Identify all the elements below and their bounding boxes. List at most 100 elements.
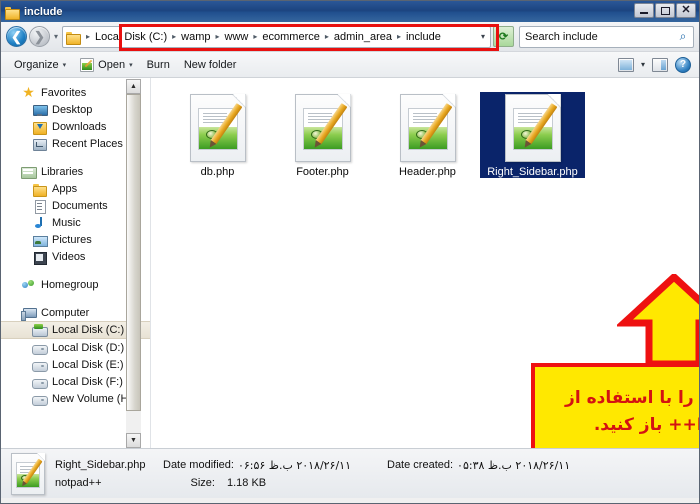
- file-list-pane[interactable]: db.php Footer.php Header.php Right_Sideb…: [151, 78, 699, 448]
- title-bar: include ✕: [1, 1, 699, 22]
- search-input[interactable]: Search include: [525, 31, 675, 43]
- refresh-icon: ⟳: [498, 31, 509, 43]
- breadcrumb-item-0[interactable]: Local Disk (C:): [93, 31, 169, 43]
- date-modified-label: Date modified:: [163, 459, 234, 471]
- libraries-icon: [21, 165, 37, 179]
- breadcrumb-item-4[interactable]: admin_area: [332, 31, 394, 43]
- breadcrumb: Local Disk (C:) ▸ wamp ▸ www ▸ ecommerce…: [93, 31, 481, 43]
- back-button[interactable]: ❮: [6, 26, 27, 47]
- breadcrumb-separator[interactable]: ▸: [322, 32, 332, 41]
- file-item-header-php[interactable]: Header.php: [375, 92, 480, 178]
- details-pane: Right_Sidebar.php Date modified: ۲۰۱۸/۲۶…: [1, 448, 699, 498]
- sidebar-item-label: Downloads: [52, 120, 107, 133]
- folder-icon: [5, 6, 20, 20]
- maximize-icon: [660, 6, 670, 15]
- preview-pane-icon[interactable]: [652, 57, 668, 72]
- explorer-body: ★ Favorites Desktop Downloads Recent Pla…: [1, 78, 699, 448]
- callout-line-1: باید این فایل را با استفاده از: [565, 387, 699, 408]
- close-icon: ✕: [681, 4, 691, 16]
- file-item-right-sidebar-php[interactable]: Right_Sidebar.php: [480, 92, 585, 178]
- address-bar[interactable]: ▸ Local Disk (C:) ▸ wamp ▸ www ▸ ecommer…: [62, 25, 491, 48]
- minimize-button[interactable]: [634, 3, 654, 18]
- size-label: Size:: [190, 476, 215, 489]
- chevron-down-icon: ▾: [62, 61, 67, 69]
- refresh-button[interactable]: ⟳: [493, 26, 514, 47]
- breadcrumb-item-3[interactable]: ecommerce: [260, 31, 321, 43]
- burn-button[interactable]: Burn: [140, 56, 177, 74]
- sidebar-item-label: Desktop: [52, 103, 93, 116]
- new-folder-button[interactable]: New folder: [177, 56, 244, 74]
- drive-icon: [32, 358, 48, 372]
- sidebar-scrollbar[interactable]: ▲ ▼: [126, 79, 141, 448]
- desktop-icon: [32, 103, 48, 117]
- file-item-db-php[interactable]: db.php: [165, 92, 270, 178]
- search-icon[interactable]: ⌕: [675, 29, 691, 45]
- chevron-down-icon: ▾: [129, 61, 133, 69]
- notepadpp-file-icon: [11, 452, 45, 495]
- notepadpp-file-icon: [504, 94, 561, 162]
- minimize-icon: [640, 12, 648, 14]
- breadcrumb-separator[interactable]: ▸: [250, 32, 260, 41]
- scroll-up-button[interactable]: ▲: [126, 79, 141, 94]
- date-modified-value: ۲۰۱۸/۲۶/۱۱ ب.ظ ۰۶:۵۶: [237, 458, 351, 472]
- downloads-icon: [32, 120, 47, 135]
- breadcrumb-item-1[interactable]: wamp: [179, 31, 212, 43]
- up-arrow-annotation: [615, 272, 699, 368]
- file-grid: db.php Footer.php Header.php Right_Sideb…: [151, 78, 699, 178]
- file-name: Right_Sidebar.php: [487, 166, 578, 178]
- explorer-window: include ✕ ❮ ❯ ▾ ▸ Local Disk (C:) ▸ wamp…: [0, 0, 700, 504]
- help-icon[interactable]: ?: [675, 56, 691, 73]
- open-button[interactable]: Open ▾: [73, 55, 139, 75]
- breadcrumb-separator[interactable]: ▸: [169, 32, 179, 41]
- details-file-type: notpad++: [55, 476, 102, 489]
- details-row-size: notpad++ Size: 1.18 KB: [55, 477, 570, 489]
- notepadpp-file-icon: [294, 94, 351, 162]
- date-created-value: ۲۰۱۸/۲۶/۱۱ ب.ظ ۰۵:۳۸: [457, 458, 571, 472]
- change-view-icon[interactable]: [617, 57, 634, 72]
- notepadpp-file-icon: [399, 94, 456, 162]
- drive-icon: [32, 375, 48, 389]
- document-icon: [32, 199, 47, 214]
- scroll-down-button[interactable]: ▼: [126, 433, 141, 448]
- file-name: db.php: [200, 166, 235, 178]
- breadcrumb-separator[interactable]: ▸: [394, 32, 404, 41]
- file-name: Header.php: [399, 166, 456, 178]
- videos-icon: [32, 250, 47, 265]
- breadcrumb-item-2[interactable]: www: [223, 31, 251, 43]
- scrollbar-thumb[interactable]: [126, 94, 141, 411]
- sidebar-item-label: Libraries: [41, 165, 84, 178]
- forward-button[interactable]: ❯: [29, 26, 50, 47]
- recent-locations-button[interactable]: ▾: [52, 32, 60, 41]
- breadcrumb-item-5[interactable]: include: [404, 31, 443, 43]
- window-title: include: [24, 5, 63, 18]
- folder-icon: [32, 182, 47, 197]
- view-controls: ▾ ?: [617, 56, 691, 73]
- sidebar-item-label: Favorites: [41, 86, 87, 99]
- notepadpp-file-icon: [189, 94, 246, 162]
- recent-places-icon: [32, 137, 47, 151]
- sidebar-item-label: Homegroup: [41, 278, 99, 291]
- breadcrumb-separator[interactable]: ▸: [83, 32, 93, 41]
- sidebar-item-label: Computer: [41, 306, 90, 319]
- search-box[interactable]: Search include ⌕: [519, 25, 694, 48]
- chevron-down-icon[interactable]: ▾: [481, 32, 490, 41]
- system-drive-icon: [32, 323, 48, 337]
- notepadpp-icon: [80, 57, 95, 72]
- breadcrumb-separator[interactable]: ▸: [213, 32, 223, 41]
- maximize-button[interactable]: [655, 3, 675, 18]
- sidebar-item-label: Pictures: [52, 233, 92, 246]
- close-button[interactable]: ✕: [676, 3, 696, 18]
- star-icon: ★: [22, 83, 35, 100]
- organize-button[interactable]: Organize ▾: [7, 56, 73, 74]
- file-item-footer-php[interactable]: Footer.php: [270, 92, 375, 178]
- up-arrow-icon: [615, 272, 699, 368]
- chevron-down-icon[interactable]: ▾: [641, 60, 645, 69]
- sidebar-item-label: Local Disk (C:): [52, 324, 125, 336]
- sidebar-item-label: Videos: [52, 250, 86, 263]
- details-file-name: Right_Sidebar.php: [55, 459, 146, 471]
- window-controls: ✕: [634, 3, 696, 18]
- scrollbar-track[interactable]: [126, 94, 141, 433]
- forward-icon: ❯: [34, 28, 45, 44]
- drive-icon: [32, 392, 48, 406]
- details-fields: Right_Sidebar.php Date modified: ۲۰۱۸/۲۶…: [55, 459, 570, 489]
